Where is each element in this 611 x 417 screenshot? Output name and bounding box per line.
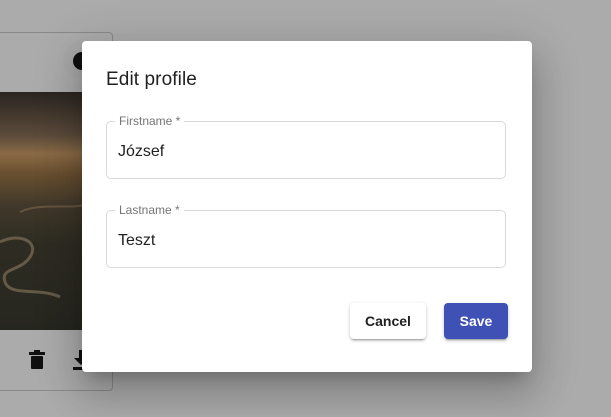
background-photo xyxy=(0,92,90,330)
trash-icon xyxy=(29,350,45,369)
save-button[interactable]: Save xyxy=(444,303,508,339)
firstname-label: Firstname * xyxy=(115,114,185,128)
edit-profile-dialog: Edit profile Firstname * Lastname * Canc… xyxy=(82,41,532,372)
cancel-button[interactable]: Cancel xyxy=(350,303,426,339)
firstname-field[interactable]: Firstname * xyxy=(106,114,506,179)
lastname-input[interactable] xyxy=(118,231,488,251)
lastname-field[interactable]: Lastname * xyxy=(106,203,506,268)
dialog-title: Edit profile xyxy=(106,69,197,90)
lastname-label: Lastname * xyxy=(115,203,184,217)
firstname-input[interactable] xyxy=(118,142,488,162)
